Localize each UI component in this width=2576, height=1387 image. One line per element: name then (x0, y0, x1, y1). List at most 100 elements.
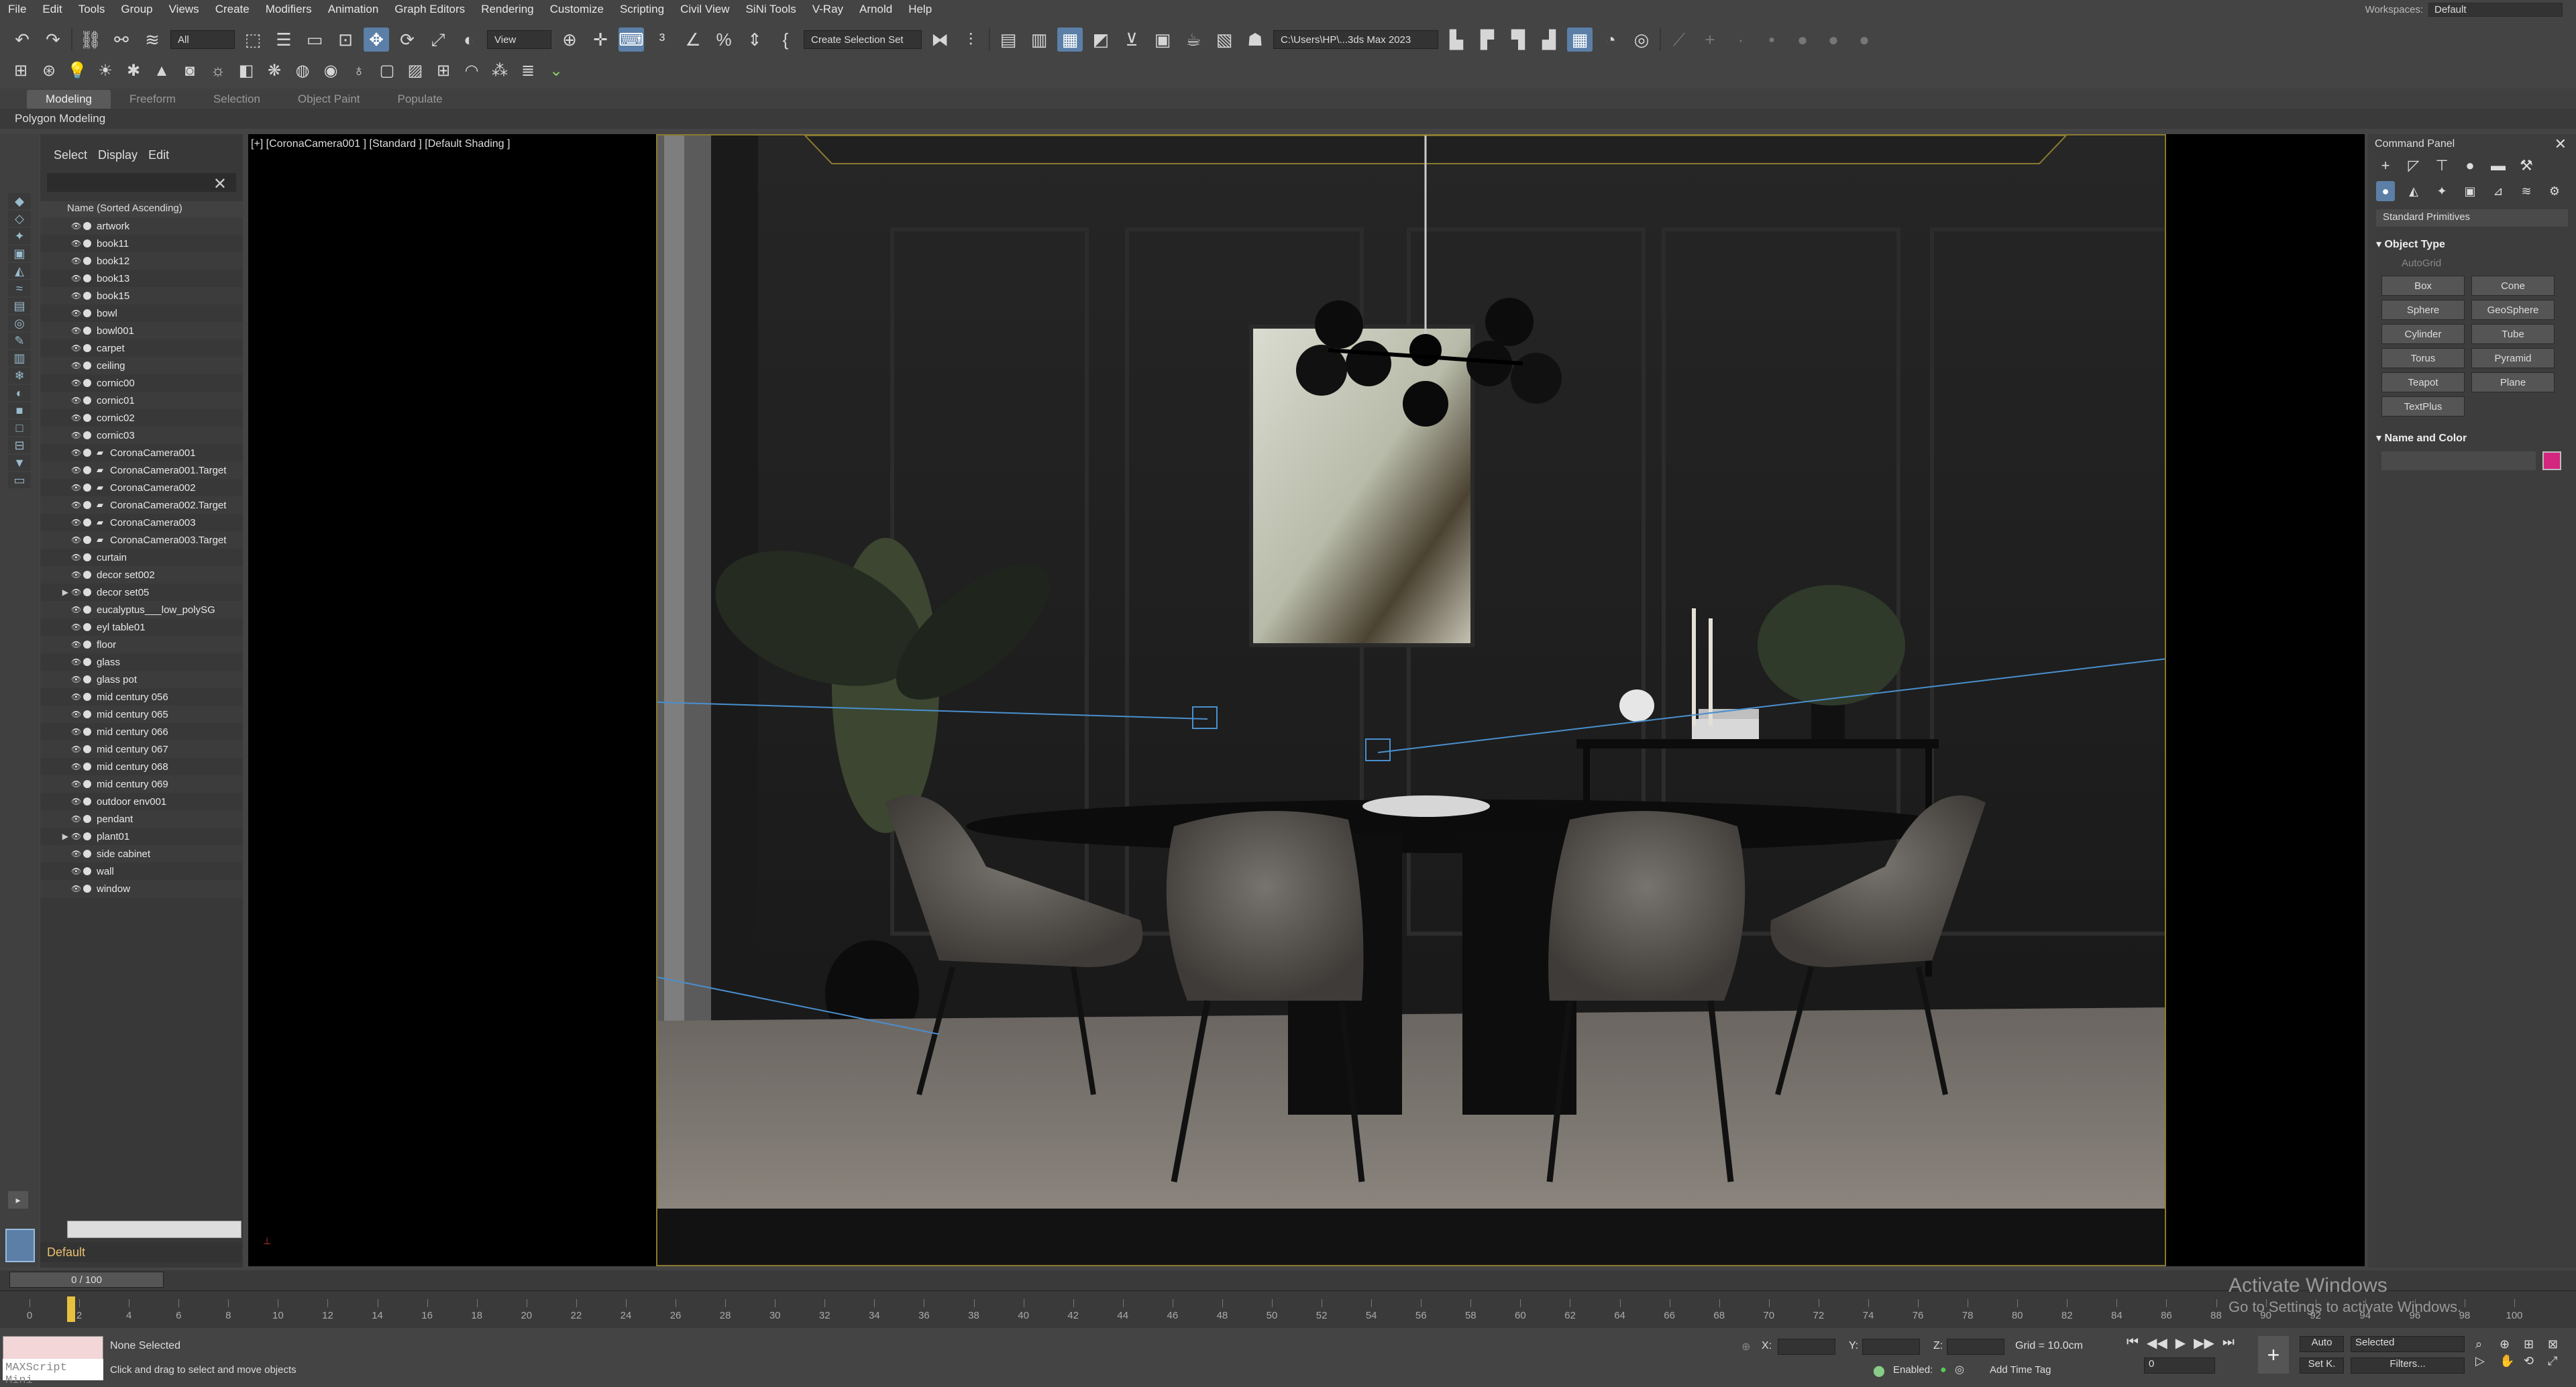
visibility-eye-icon[interactable]: 👁 (71, 291, 83, 300)
corona-dot-icon[interactable]: · (1728, 27, 1754, 52)
create-selection-set-dropdown[interactable]: Create Selection Set (804, 30, 922, 49)
zoom-extents-icon[interactable]: ⊞ (2524, 1337, 2545, 1351)
spot-light-icon[interactable]: ✱ (122, 59, 145, 83)
render-toggle-icon[interactable] (83, 832, 91, 840)
explorer-row[interactable]: 👁 ▰ CoronaCamera003.Target (40, 531, 243, 549)
render-toggle-icon[interactable] (83, 449, 91, 457)
x-coordinate-field[interactable] (1778, 1339, 1835, 1355)
menu-item-sini-tools[interactable]: SiNi Tools (737, 3, 804, 16)
select-by-name-icon[interactable]: ☰ (271, 27, 297, 52)
zoom-icon[interactable]: ⌕ (2475, 1337, 2497, 1351)
primitive-teapot-button[interactable]: Teapot (2381, 372, 2465, 392)
explorer-row[interactable]: 👁 ▰ CoronaCamera001.Target (40, 461, 243, 479)
render-toggle-icon[interactable] (83, 641, 91, 649)
set-key-icon[interactable]: + (2258, 1336, 2289, 1374)
render-icon[interactable]: ☗ (1242, 27, 1268, 52)
select-object-icon[interactable]: ⬚ (240, 27, 266, 52)
expand-arrow-icon[interactable]: ▶ (40, 588, 71, 597)
clear-search-icon[interactable]: ✕ (213, 174, 227, 194)
filter-layer-icon[interactable]: ▭ (8, 472, 31, 488)
select-move-icon[interactable]: ✥ (364, 27, 389, 52)
render-toggle-icon[interactable] (83, 693, 91, 701)
render-toggle-icon[interactable] (83, 815, 91, 823)
filter-helpers-icon[interactable]: ◭ (8, 263, 31, 279)
explorer-row[interactable]: 👁 cornic03 (40, 427, 243, 444)
corona-ipr-icon[interactable]: ● (1821, 27, 1846, 52)
explorer-row[interactable]: 👁 ▰ CoronaCamera001 (40, 444, 243, 461)
render-toggle-icon[interactable] (83, 414, 91, 422)
previous-frame-icon[interactable]: ◀︎◀︎ (2147, 1335, 2167, 1351)
visibility-eye-icon[interactable]: 👁 (71, 378, 83, 388)
visibility-eye-icon[interactable]: 👁 (71, 448, 83, 457)
workspace-selector[interactable]: Workspaces: Default (2365, 0, 2563, 19)
explorer-row[interactable]: 👁 floor (40, 636, 243, 653)
render-setup-icon[interactable]: ☕ (1181, 27, 1206, 52)
visibility-eye-icon[interactable]: 👁 (71, 762, 83, 771)
explorer-row[interactable]: 👁 ▰ CoronaCamera002 (40, 479, 243, 496)
key-filters-button[interactable]: Filters... (2351, 1357, 2465, 1374)
explorer-row[interactable]: 👁 ceiling (40, 357, 243, 374)
explorer-row[interactable]: 👁 eucalyptus___low_polySG (40, 601, 243, 618)
explorer-row[interactable]: 👁 cornic00 (40, 374, 243, 392)
explorer-row[interactable]: 👁 bowl (40, 304, 243, 322)
object-color-swatch[interactable] (2542, 451, 2561, 470)
filter-containers-icon[interactable]: ▥ (8, 350, 31, 366)
menu-item-customize[interactable]: Customize (542, 3, 612, 16)
primitive-torus-button[interactable]: Torus (2381, 348, 2465, 368)
maximize-viewport-icon[interactable]: ⤢ (2548, 1354, 2569, 1368)
workspace-dropdown[interactable]: Default (2428, 2, 2563, 17)
primitive-tube-button[interactable]: Tube (2471, 324, 2555, 344)
rect-selection-icon[interactable]: ▭ (302, 27, 327, 52)
filter-none-icon[interactable]: □ (8, 420, 31, 436)
ies-light-icon[interactable]: ▲ (150, 59, 173, 83)
render-toggle-icon[interactable] (83, 536, 91, 544)
visibility-eye-icon[interactable]: 👁 (71, 849, 83, 858)
systems-icon[interactable]: ⚙ (2545, 181, 2564, 201)
ribbon-tab-object-paint[interactable]: Object Paint (279, 90, 379, 109)
render-toggle-icon[interactable] (83, 379, 91, 387)
visibility-eye-icon[interactable]: 👁 (71, 692, 83, 702)
expand-arrow-icon[interactable]: ▸ (8, 1191, 28, 1209)
explorer-row[interactable]: 👁 pendant (40, 810, 243, 828)
primitive-textplus-button[interactable]: TextPlus (2381, 396, 2465, 417)
proxy-icon[interactable]: ◧ (235, 59, 258, 83)
explorer-row[interactable]: 👁 eyl table01 (40, 618, 243, 636)
zoom-all-icon[interactable]: ⊕ (2500, 1337, 2521, 1351)
menu-item-file[interactable]: File (0, 3, 34, 16)
visibility-eye-icon[interactable]: 👁 (71, 657, 83, 667)
explorer-row[interactable]: 👁 artwork (40, 217, 243, 235)
render-toggle-icon[interactable] (83, 710, 91, 718)
edit-named-sets-icon[interactable]: { (773, 27, 798, 52)
render-toggle-icon[interactable] (83, 728, 91, 736)
menu-item-v-ray[interactable]: V-Ray (804, 3, 851, 16)
vray-render-icon[interactable]: ◔ (1598, 27, 1623, 52)
enabled-indicator-icon[interactable]: ● (1940, 1364, 1947, 1376)
primitive-category-dropdown[interactable]: Standard Primitives (2376, 209, 2568, 227)
grid-icon[interactable]: ⊞ (432, 59, 455, 83)
render-toggle-icon[interactable] (83, 257, 91, 265)
visibility-eye-icon[interactable]: 👁 (71, 605, 83, 614)
select-scale-icon[interactable]: ⤢ (425, 27, 451, 52)
visibility-eye-icon[interactable]: 👁 (71, 483, 83, 492)
render-toggle-icon[interactable] (83, 763, 91, 771)
pivot-center-icon[interactable]: ⊕ (557, 27, 582, 52)
corona-render-icon[interactable]: ● (1790, 27, 1815, 52)
filter-geometry-icon[interactable]: ◆ (8, 193, 31, 209)
explorer-row[interactable]: ▶ 👁 decor set05 (40, 584, 243, 601)
visibility-eye-icon[interactable]: 👁 (71, 622, 83, 632)
render-toggle-icon[interactable] (83, 518, 91, 526)
render-toggle-icon[interactable] (83, 274, 91, 282)
render-toggle-icon[interactable] (83, 309, 91, 317)
render-toggle-icon[interactable] (83, 606, 91, 614)
visibility-eye-icon[interactable]: 👁 (71, 588, 83, 597)
explorer-row[interactable]: 👁 bowl001 (40, 322, 243, 339)
render-toggle-icon[interactable] (83, 466, 91, 474)
viewport-label[interactable]: [+] [CoronaCamera001 ] [Standard ] [Defa… (251, 138, 510, 150)
visibility-eye-icon[interactable]: 👁 (71, 710, 83, 719)
render-toggle-icon[interactable] (83, 571, 91, 579)
time-slider-track[interactable] (0, 1270, 2576, 1290)
open-folder-icon[interactable]: ▛ (1474, 27, 1500, 52)
visibility-eye-icon[interactable]: 👁 (71, 797, 83, 806)
visibility-eye-icon[interactable]: 👁 (71, 500, 83, 510)
visibility-eye-icon[interactable]: 👁 (71, 396, 83, 405)
